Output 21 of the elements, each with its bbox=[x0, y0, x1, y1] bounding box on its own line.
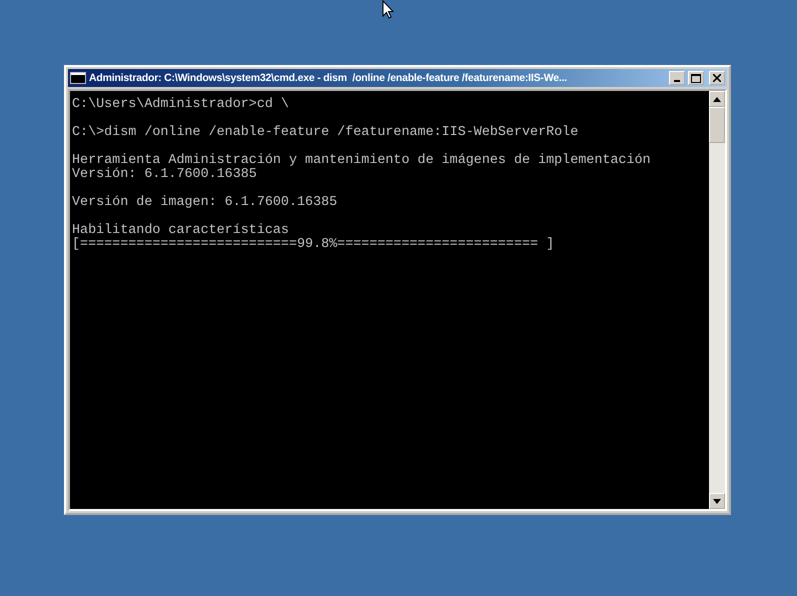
console-line: Versión: 6.1.7600.16385 bbox=[72, 168, 258, 182]
down-arrow-icon bbox=[713, 498, 721, 504]
console-line: C:\Users\Administrador>cd \ bbox=[72, 98, 290, 112]
close-button[interactable] bbox=[709, 71, 725, 85]
scroll-down-button[interactable] bbox=[709, 493, 725, 509]
maximize-button[interactable] bbox=[688, 71, 704, 85]
window-title: Administrador: C:\Windows\system32\cmd.exe - dism /online /enable-feature /featurename:IIS-We... bbox=[89, 72, 568, 84]
console-line: Habilitando características bbox=[72, 224, 289, 238]
minimize-button[interactable] bbox=[669, 71, 685, 85]
console-icon bbox=[70, 72, 86, 84]
scrollbar-thumb[interactable] bbox=[709, 107, 725, 143]
up-arrow-icon bbox=[713, 96, 721, 102]
console-line: [===========================99.8%========================= ] bbox=[72, 238, 556, 252]
console-line: Versión de imagen: 6.1.7600.16385 bbox=[72, 196, 338, 210]
console-line: C:\>dism /online /enable-feature /featurename:IIS-WebServerRole bbox=[72, 126, 580, 140]
console-line: Herramienta Administración y mantenimiento de imágenes de implementación bbox=[72, 154, 652, 168]
maximize-icon bbox=[691, 74, 701, 82]
close-icon bbox=[713, 74, 721, 82]
mouse-pointer-icon bbox=[382, 0, 394, 20]
vertical-scrollbar[interactable] bbox=[709, 91, 725, 509]
scroll-up-button[interactable] bbox=[709, 91, 725, 107]
